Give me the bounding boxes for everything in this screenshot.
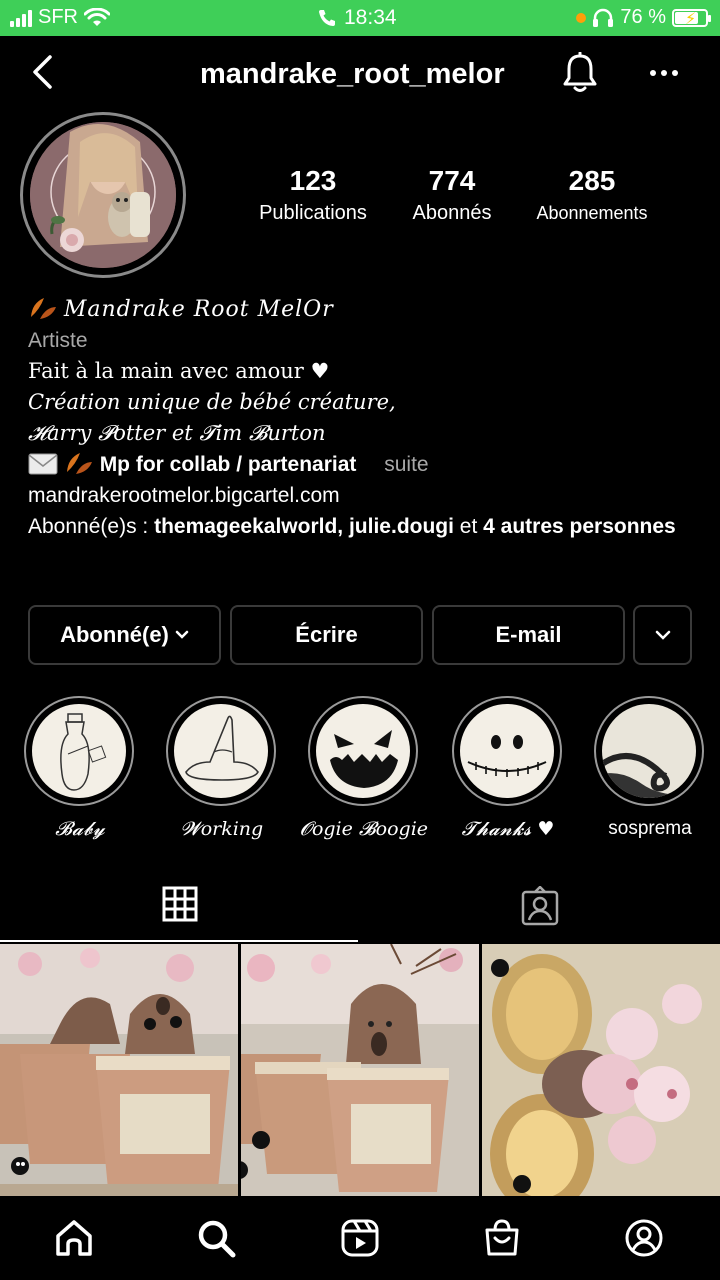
following-button[interactable]: Abonné(e) [28, 605, 221, 665]
post-thumbnail[interactable] [241, 944, 479, 1196]
active-tab-indicator [0, 940, 358, 942]
search-icon[interactable] [196, 1218, 236, 1258]
chevron-down-icon [655, 630, 670, 640]
tagged-icon[interactable] [520, 886, 560, 926]
suggested-accounts-button[interactable] [633, 605, 692, 665]
bio-line: 𝓗arry 𝓟otter et 𝓣im 𝓑urton [28, 421, 326, 445]
story-highlight[interactable]: 𝓦orking [166, 696, 278, 840]
post-thumbnail[interactable] [0, 944, 238, 1196]
following-button-label: Abonné(e) [60, 622, 169, 647]
stat-value: 774 [428, 165, 476, 196]
story-highlight[interactable]: 𝓑𝓪𝓫𝔂 [24, 696, 136, 840]
story-highlight-label: 𝓦orking [180, 818, 264, 840]
email-button-label: E-mail [495, 622, 562, 647]
more-dots-icon[interactable] [648, 58, 680, 88]
post-thumbnail[interactable] [482, 944, 720, 1196]
stat-following[interactable]: 285 Abonnements [528, 164, 656, 228]
pumpkin-face-icon [330, 730, 398, 788]
bio-line: Mp for collab / partenariat [99, 453, 357, 476]
stat-label: Abonnés [412, 202, 492, 224]
bio-line: Fait à la main avec amour [28, 359, 304, 383]
profile-category: Artiste [28, 329, 88, 352]
headphones-icon [593, 8, 614, 27]
story-highlight-label: 𝓑𝓪𝓫𝔂 [55, 818, 105, 840]
leaf-emoji-icon [31, 298, 56, 319]
privacy-indicator-dot [576, 12, 587, 23]
status-bar: SFR 18:34 76 % ⚡ [0, 0, 720, 36]
avatar[interactable] [30, 122, 176, 268]
stat-followers[interactable]: 774 Abonnés [398, 164, 506, 228]
bell-icon[interactable] [560, 52, 600, 96]
stat-value: 123 [289, 165, 337, 196]
bio-more-link[interactable]: suite [384, 453, 428, 476]
battery-percent: 76 % [620, 6, 666, 28]
story-highlight-label: sosprema [608, 818, 692, 839]
story-highlight[interactable]: sosprema [594, 696, 706, 840]
website-link[interactable]: mandrakerootmelor.bigcartel.com [28, 480, 698, 511]
battery-icon: ⚡ [672, 8, 711, 28]
bio-line: Création unique de bébé créature, [28, 390, 396, 414]
chevron-down-icon [175, 630, 189, 639]
story-highlight-label: 𝓣𝓱𝓪𝓷𝓴𝓼 ♥ [461, 818, 555, 840]
signal-icon [10, 9, 32, 27]
profile-header: mandrake_root_melor [0, 36, 720, 112]
skull-face-icon [467, 735, 547, 777]
message-button[interactable]: Écrire [230, 605, 423, 665]
story-highlight-label: 𝓞ogie 𝓑oogie [299, 818, 429, 840]
profile-bio: 𝑀𝑎𝑛𝑑𝑟𝑎𝑘𝑒 𝑅𝑜𝑜𝑡 𝑀𝑒𝑙𝑂𝑟 Artiste Fait à la ma… [28, 294, 698, 542]
stat-value: 285 [568, 165, 616, 196]
chevron-left-icon[interactable] [28, 54, 58, 90]
sorting-hat-icon [185, 715, 259, 781]
carrier-label: SFR [38, 6, 78, 28]
wifi-icon [84, 7, 110, 26]
potion-bottle-icon [60, 713, 107, 791]
stat-label: Abonnements [536, 203, 648, 223]
leaf-emoji-icon [66, 453, 92, 474]
display-name: 𝑀𝑎𝑛𝑑𝑟𝑎𝑘𝑒 𝑅𝑜𝑜𝑡 𝑀𝑒𝑙𝑂𝑟 [63, 297, 334, 322]
clock: 18:34 [344, 6, 397, 29]
profile-username: mandrake_root_melor [200, 58, 505, 90]
spiral-hill-icon [602, 753, 696, 798]
followed-by[interactable]: Abonné(e)s : themageekalworld, julie.dou… [28, 511, 698, 542]
grid-icon[interactable] [162, 886, 198, 922]
profile-icon[interactable] [624, 1218, 664, 1258]
email-button[interactable]: E-mail [432, 605, 625, 665]
phone-call-icon [319, 10, 335, 26]
envelope-icon [28, 453, 58, 475]
stat-label: Publications [259, 202, 367, 224]
shop-icon[interactable] [482, 1218, 522, 1258]
home-icon[interactable] [54, 1218, 94, 1258]
story-highlight[interactable]: 𝓞ogie 𝓑oogie [300, 696, 428, 840]
message-button-label: Écrire [295, 622, 358, 647]
white-heart-icon: ♥ [310, 359, 330, 383]
stat-publications[interactable]: 123 Publications [250, 164, 376, 228]
story-highlight[interactable]: 𝓣𝓱𝓪𝓷𝓴𝓼 ♥ [452, 696, 564, 840]
reels-icon[interactable] [340, 1218, 380, 1258]
